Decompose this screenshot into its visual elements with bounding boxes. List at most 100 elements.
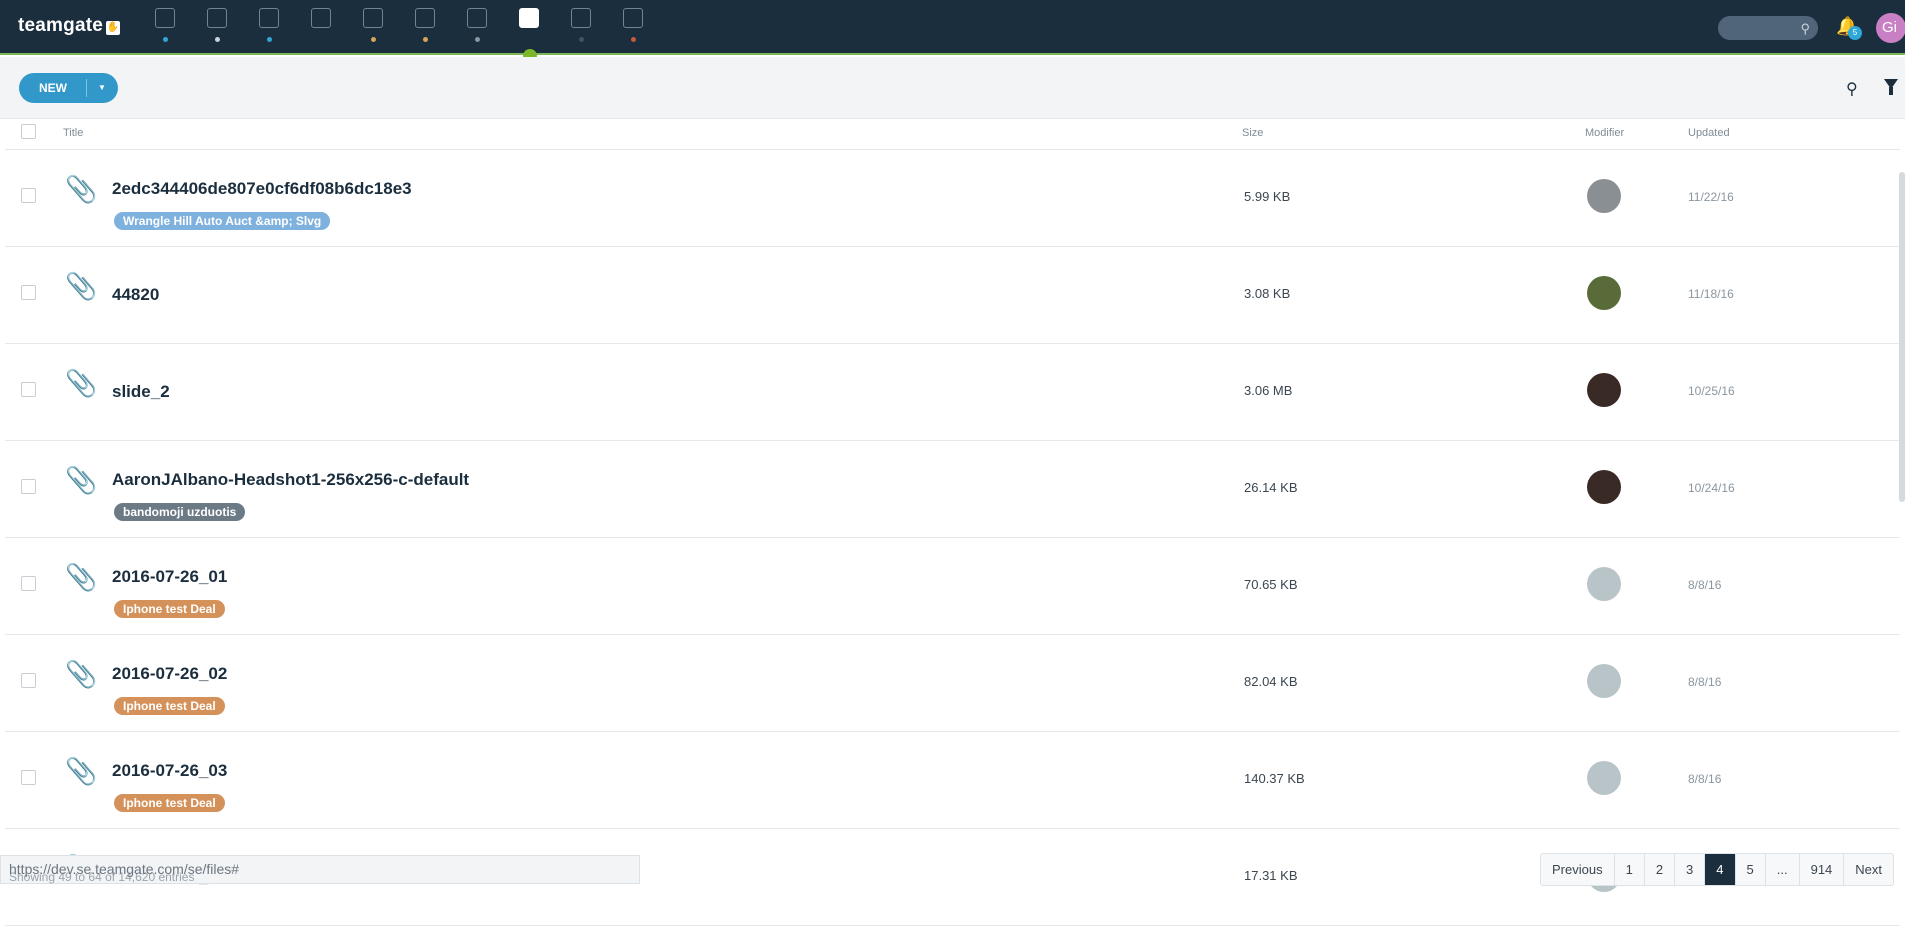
table-row[interactable]: 📎 slide_2 3.06 MB 10/25/16 [5, 344, 1900, 441]
file-title[interactable]: 2edc344406de807e0cf6df08b6dc18e3 [112, 179, 412, 199]
page-button[interactable]: ... [1766, 854, 1800, 885]
paperclip-icon: 📎 [65, 271, 98, 301]
new-button-divider [86, 79, 87, 97]
target-icon [207, 8, 227, 28]
nav-item-9[interactable] [618, 8, 648, 48]
table-row[interactable]: 📎 AaronJAlbano-Headshot1-256x256-c-defaul… [5, 441, 1900, 538]
filter-icon[interactable] [1884, 79, 1898, 95]
page-button[interactable]: Next [1844, 854, 1893, 885]
file-title[interactable]: slide_2 [112, 382, 170, 402]
modifier-avatar[interactable] [1587, 373, 1621, 407]
file-updated: 8/8/16 [1688, 675, 1722, 689]
modifier-avatar[interactable] [1587, 761, 1621, 795]
file-tag[interactable]: Iphone test Deal [114, 697, 225, 715]
notification-badge: 5 [1848, 26, 1862, 40]
teamgate-logo[interactable]: teamgate ✋ [18, 15, 121, 37]
row-checkbox[interactable] [21, 479, 36, 494]
row-checkbox[interactable] [21, 188, 36, 203]
column-modifier[interactable]: Modifier [1585, 127, 1624, 139]
paperclip-icon: 📎 [65, 562, 98, 592]
new-button[interactable]: NEW ▼ [19, 73, 118, 103]
paperclip-icon: 📎 [65, 465, 98, 495]
page-button[interactable]: 4 [1705, 854, 1736, 885]
nav-item-4[interactable] [358, 8, 388, 48]
top-bar: teamgate ✋ ⚲ 🔔 5 Gi [0, 0, 1905, 55]
table-row[interactable]: 📎 2016-07-26_01 Iphone test Deal 70.65 KB 8/… [5, 538, 1900, 635]
row-checkbox[interactable] [21, 382, 36, 397]
page-button[interactable]: 3 [1675, 854, 1706, 885]
nav-item-0[interactable] [150, 8, 180, 48]
nav-dot [631, 37, 636, 42]
row-checkbox[interactable] [21, 576, 36, 591]
nav-dot [267, 37, 272, 42]
file-size: 26.14 KB [1244, 480, 1298, 495]
file-title[interactable]: 2016-07-26_01 [112, 567, 227, 587]
bag-icon [467, 8, 487, 28]
table-row[interactable]: 📎 2edc344406de807e0cf6df08b6dc18e3 Wrangle… [5, 150, 1900, 247]
nav-item-7[interactable] [514, 8, 544, 48]
page-button[interactable]: 2 [1645, 854, 1676, 885]
file-size: 82.04 KB [1244, 674, 1298, 689]
status-url: https://dev.se.teamgate.com/se/files# [9, 861, 240, 877]
scrollbar[interactable] [1899, 172, 1905, 502]
nav-item-6[interactable] [462, 8, 492, 48]
table-row[interactable]: 📎 2016-07-26_02 Iphone test Deal 82.04 KB 8/… [5, 635, 1900, 732]
file-updated: 10/24/16 [1688, 481, 1735, 495]
row-checkbox[interactable] [21, 770, 36, 785]
nav-item-3[interactable] [306, 8, 336, 48]
file-updated: 11/22/16 [1688, 190, 1734, 204]
modifier-avatar[interactable] [1587, 664, 1621, 698]
modifier-avatar[interactable] [1587, 470, 1621, 504]
column-title[interactable]: Title [63, 127, 83, 139]
files-icon [519, 8, 539, 28]
nav-item-8[interactable] [566, 8, 596, 48]
file-size: 5.99 KB [1244, 189, 1291, 204]
paperclip-icon: 📎 [65, 368, 98, 398]
file-tag[interactable]: Iphone test Deal [114, 794, 225, 812]
select-all-checkbox[interactable] [21, 124, 36, 139]
nav-dot [579, 37, 584, 42]
pagination: Previous 1 2 3 4 5... 914 Next [1540, 853, 1895, 886]
new-button-label: NEW [39, 81, 67, 95]
user-avatar[interactable]: Gi [1876, 13, 1905, 43]
global-search-input[interactable]: ⚲ [1718, 16, 1818, 40]
file-title[interactable]: AaronJAlbano-Headshot1-256x256-c-default [112, 470, 469, 490]
page-button[interactable]: 914 [1800, 854, 1845, 885]
file-title[interactable]: 2016-07-26_02 [112, 664, 227, 684]
file-size: 3.08 KB [1244, 286, 1291, 301]
file-updated: 8/8/16 [1688, 578, 1722, 592]
file-tag[interactable]: Iphone test Deal [114, 600, 225, 618]
toolbar: NEW ▼ ⚲ [0, 57, 1905, 119]
page-button[interactable]: Previous [1541, 854, 1615, 885]
file-tag[interactable]: bandomoji uzduotis [114, 503, 246, 521]
contact-icon [311, 8, 331, 28]
modifier-avatar[interactable] [1587, 276, 1621, 310]
table-row[interactable]: 📎 44820 3.08 KB 11/18/16 [5, 247, 1900, 344]
page-button[interactable]: 1 [1615, 854, 1645, 885]
modifier-avatar[interactable] [1587, 179, 1621, 213]
logo-text: teamgate [18, 15, 104, 36]
file-title[interactable]: 2016-07-26_03 [112, 761, 227, 781]
files-table: 📎 2edc344406de807e0cf6df08b6dc18e3 Wrangle… [5, 150, 1900, 926]
row-checkbox[interactable] [21, 673, 36, 688]
table-row[interactable]: 📎 2016-07-26_03 Iphone test Deal 140.37 KB 8… [5, 732, 1900, 829]
nav-dot [371, 37, 376, 42]
nav-item-2[interactable] [254, 8, 284, 48]
paperclip-icon: 📎 [65, 756, 98, 786]
file-tag[interactable]: Wrangle Hill Auto Auct &amp; Slvg [114, 212, 331, 230]
row-checkbox[interactable] [21, 285, 36, 300]
search-icon[interactable]: ⚲ [1846, 79, 1858, 99]
invoices-icon [623, 8, 643, 28]
file-updated: 8/8/16 [1688, 772, 1722, 786]
column-updated[interactable]: Updated [1688, 127, 1730, 139]
nav-item-1[interactable] [202, 8, 232, 48]
modifier-avatar[interactable] [1587, 567, 1621, 601]
nav-dot [423, 37, 428, 42]
chevron-down-icon[interactable]: ▼ [98, 73, 106, 103]
nav-item-5[interactable] [410, 8, 440, 48]
file-title[interactable]: 44820 [112, 285, 159, 305]
file-size: 140.37 KB [1244, 771, 1305, 786]
column-size[interactable]: Size [1242, 127, 1263, 139]
table-header: Title Size Modifier Updated [5, 119, 1900, 150]
page-button[interactable]: 5 [1736, 854, 1766, 885]
